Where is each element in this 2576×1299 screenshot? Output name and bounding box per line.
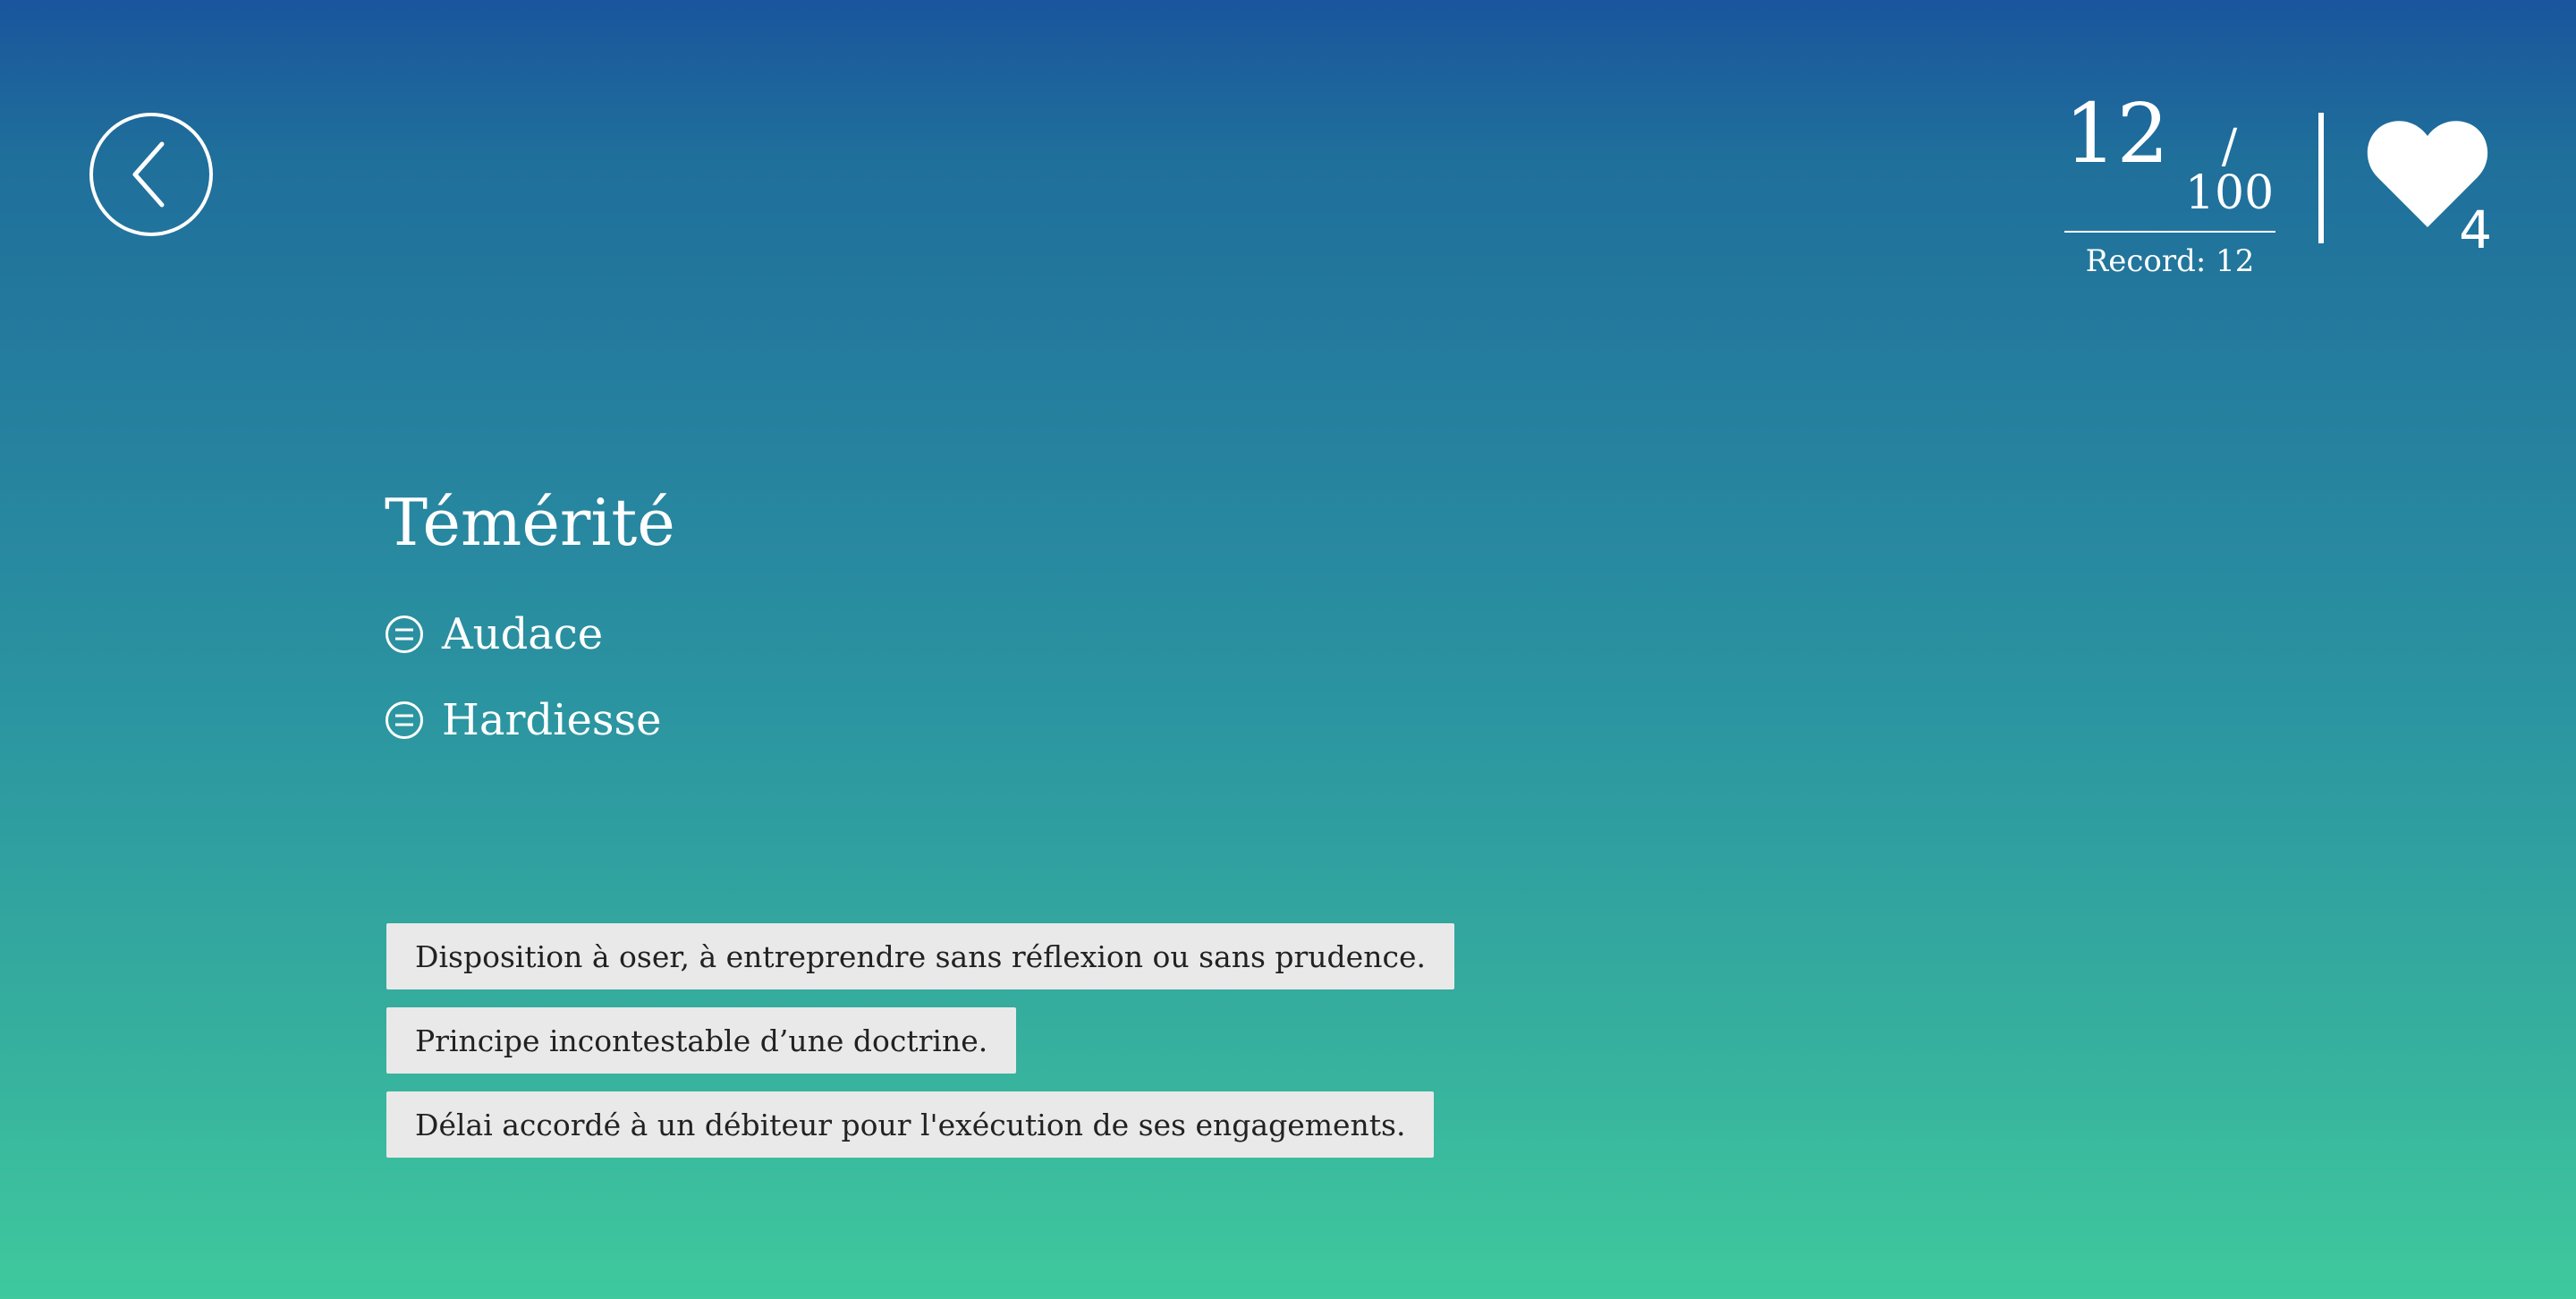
word-title: Témérité	[385, 485, 675, 560]
score-line: 12 / 100	[2064, 93, 2275, 233]
record-label: Record: 12	[2085, 243, 2255, 279]
score-total: / 100	[2184, 120, 2275, 220]
equals-circle-icon	[386, 616, 423, 653]
lives-indicator: 4	[2367, 118, 2492, 256]
synonym-item: Hardiesse	[385, 691, 662, 750]
equals-circle-icon	[386, 701, 423, 739]
score-current: 12	[2064, 86, 2170, 182]
lives-count: 4	[2459, 200, 2492, 260]
score-block: 12 / 100 Record: 12	[2064, 93, 2275, 279]
answer-option-3[interactable]: Délai accordé à un débiteur pour l'exécu…	[386, 1091, 1435, 1158]
back-button[interactable]	[89, 113, 213, 236]
answer-option-2[interactable]: Principe incontestable d’une doctrine.	[386, 1007, 1017, 1074]
synonym-list: Audace Hardiesse	[385, 605, 662, 777]
synonym-label: Audace	[442, 609, 604, 659]
chevron-left-icon	[124, 139, 178, 210]
answer-options: Disposition à oser, à entreprendre sans …	[386, 923, 1454, 1176]
answer-option-1[interactable]: Disposition à oser, à entreprendre sans …	[386, 923, 1454, 989]
synonym-label: Hardiesse	[442, 695, 662, 745]
header-divider	[2318, 113, 2324, 243]
synonym-item: Audace	[385, 605, 662, 664]
